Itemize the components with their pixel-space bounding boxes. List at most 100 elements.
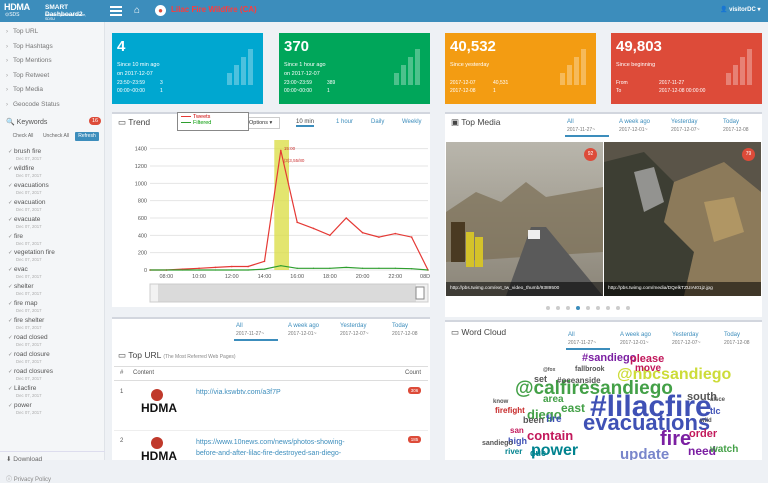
event-name[interactable]: Lilac Fire Wildfire (CA)	[171, 5, 257, 14]
sidebar-item-top-media[interactable]: › Top Media	[6, 86, 43, 93]
tab-weekly[interactable]: Weekly	[402, 119, 422, 125]
tab-10min[interactable]: 10 min	[296, 119, 315, 127]
word-cloud-word[interactable]: fire	[546, 414, 562, 425]
carousel-dot[interactable]	[576, 306, 580, 310]
keyword-item[interactable]: ✓vegetation fire Dec 07, 2017	[8, 249, 55, 262]
filtered-point[interactable]	[411, 268, 413, 270]
options-dropdown[interactable]: Options ▾	[245, 117, 280, 129]
tweets-point[interactable]	[247, 265, 249, 268]
user-menu[interactable]: 👤 visitorDC ▾	[720, 6, 761, 13]
keyword-item[interactable]: ✓road closures Dec 07, 2017	[8, 368, 53, 381]
carousel-dot[interactable]	[566, 306, 570, 310]
tweets-point[interactable]	[361, 231, 364, 234]
filtered-point[interactable]	[214, 269, 217, 271]
keyword-item[interactable]: ✓power Dec 07, 2017	[8, 402, 42, 415]
tweets-point[interactable]	[312, 227, 315, 230]
carousel-dot[interactable]	[616, 306, 620, 310]
word-cloud-word[interactable]: contain	[527, 428, 573, 443]
carousel-dot[interactable]	[606, 306, 610, 310]
tweets-point[interactable]	[410, 236, 413, 238]
word-cloud-word[interactable]: due	[530, 448, 546, 458]
keyword-item[interactable]: ✓road closure Dec 07, 2017	[8, 351, 50, 364]
refresh-button[interactable]: Refresh	[75, 132, 99, 141]
word-cloud-word[interactable]: sandiego	[482, 440, 513, 447]
word-cloud-word[interactable]: order	[689, 428, 717, 440]
url-link[interactable]: https://www.10news.com/news/photos-showi…	[196, 439, 345, 446]
filtered-point[interactable]	[394, 267, 396, 269]
home-icon[interactable]: ⌂	[134, 5, 146, 17]
tab-daily[interactable]: Daily	[371, 119, 384, 125]
filtered-point[interactable]	[247, 269, 249, 271]
word-cloud-word[interactable]: river	[505, 447, 522, 456]
word-cloud-word[interactable]: east	[561, 401, 585, 415]
sidebar-item-top-hashtags[interactable]: › Top Hashtags	[6, 43, 53, 50]
navigator-handle[interactable]	[415, 286, 425, 300]
keyword-item[interactable]: ✓wildfire Dec 07, 2017	[8, 165, 42, 178]
filtered-point[interactable]	[231, 269, 233, 271]
tab-today[interactable]: Today	[724, 332, 740, 338]
url-link-cont[interactable]: before-and-after-lilac-fire-destroyed-sa…	[196, 450, 341, 457]
filtered-point[interactable]	[165, 269, 167, 271]
filtered-point[interactable]	[198, 269, 200, 271]
tweets-point[interactable]	[394, 232, 397, 235]
tab-a-week-ago[interactable]: A week ago	[620, 332, 651, 338]
hdma-thumbnail[interactable]: HDMA	[137, 434, 187, 463]
tab-a-week-ago[interactable]: A week ago	[288, 323, 319, 329]
filtered-point[interactable]	[149, 269, 151, 271]
filtered-point[interactable]	[378, 267, 380, 269]
keywords-heading[interactable]: 🔍 Keywords	[6, 118, 47, 126]
media-caption[interactable]: http://pbs.twimg.com/media/DQelkTZUIAI01…	[604, 282, 761, 296]
word-cloud-word[interactable]: #oceanside	[557, 376, 601, 385]
tweets-point[interactable]	[296, 221, 298, 224]
sidebar-item-top-url[interactable]: › Top URL	[6, 28, 38, 35]
check-all-button[interactable]: Check All	[11, 132, 35, 141]
tab-today[interactable]: Today	[392, 323, 408, 329]
keyword-item[interactable]: ✓shelter Dec 07, 2017	[8, 283, 42, 296]
filtered-point[interactable]	[280, 265, 282, 267]
tab-all[interactable]: All	[568, 332, 575, 338]
word-cloud[interactable]: #lilacfire @calfiresandiego evacuations fir…	[455, 348, 760, 460]
word-cloud-word[interactable]: alsce	[710, 397, 725, 403]
word-cloud-word[interactable]: update	[620, 446, 669, 460]
carousel-dot[interactable]	[556, 306, 560, 310]
tweets-point[interactable]	[230, 265, 233, 268]
keyword-item[interactable]: ✓evacuation Dec 07, 2017	[8, 199, 45, 212]
media-item-1[interactable]: 92 http://pbs.twimg.com/ext_tw_video_thu…	[446, 142, 603, 296]
carousel-dot[interactable]	[546, 306, 550, 310]
menu-toggle-icon[interactable]	[110, 6, 122, 16]
tweets-point[interactable]	[329, 234, 331, 237]
filtered-point[interactable]	[427, 269, 429, 271]
media-caption[interactable]: http://pbs.twimg.com/ext_tw_video_thumb/…	[446, 282, 603, 296]
word-cloud-word[interactable]: #sandiego	[582, 352, 636, 364]
filtered-point[interactable]	[329, 267, 331, 269]
trend-chart[interactable]: 0 200 400 600 800 1000 1200 1400 08:00 10:00 12:00…	[114, 132, 430, 304]
keyword-item[interactable]: ✓Lilacfire Dec 07, 2017	[8, 385, 42, 398]
word-cloud-word[interactable]: san	[510, 426, 524, 435]
hdma-thumbnail[interactable]: HDMA	[137, 386, 187, 428]
sidebar-item-top-retweet[interactable]: › Top Retweet	[6, 72, 49, 79]
tab-a-week-ago[interactable]: A week ago	[619, 119, 650, 125]
word-cloud-word[interactable]: wild	[700, 418, 712, 424]
word-cloud-word[interactable]: watch	[710, 444, 738, 455]
word-cloud-word[interactable]: tlc	[710, 406, 721, 416]
filtered-point[interactable]	[345, 266, 347, 268]
tweets-point[interactable]	[378, 236, 380, 238]
privacy-link[interactable]: ⓘ Privacy Policy	[6, 474, 51, 483]
keyword-item[interactable]: ✓fire shelter Dec 07, 2017	[8, 317, 44, 330]
uncheck-all-button[interactable]: Uncheck All	[40, 132, 72, 141]
media-item-2[interactable]: 79 http://pbs.twimg.com/media/DQelkTZUIA…	[604, 142, 761, 296]
keyword-item[interactable]: ✓evac Dec 07, 2017	[8, 266, 42, 279]
tweets-point[interactable]	[280, 149, 282, 152]
tab-1hour[interactable]: 1 hour	[336, 119, 353, 125]
filtered-point[interactable]	[263, 268, 266, 270]
tab-today[interactable]: Today	[723, 119, 739, 125]
sidebar-item-geocode-status[interactable]: › Geocode Status	[6, 101, 60, 108]
word-cloud-word[interactable]: been	[523, 415, 544, 425]
word-cloud-word[interactable]: firefight	[495, 406, 525, 415]
filtered-point[interactable]	[361, 267, 364, 269]
keyword-item[interactable]: ✓evacuate Dec 07, 2017	[8, 216, 42, 229]
tab-yesterday[interactable]: Yesterday	[672, 332, 698, 338]
keyword-item[interactable]: ✓fire map Dec 07, 2017	[8, 300, 42, 313]
filtered-point[interactable]	[312, 267, 315, 269]
legend-filtered[interactable]: Filtered	[181, 120, 245, 126]
